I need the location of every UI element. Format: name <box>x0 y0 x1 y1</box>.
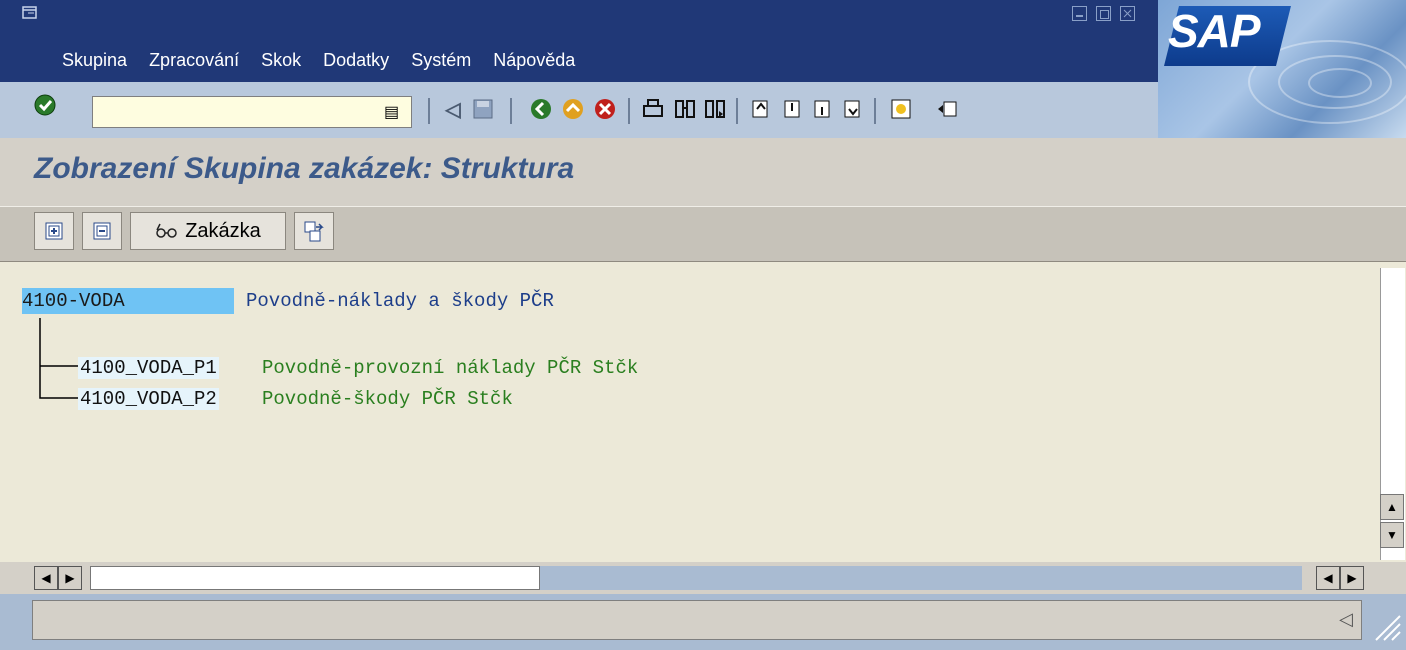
menu-skok[interactable]: Skok <box>261 46 301 74</box>
tree-child-description: Povodně-provozní náklady PČR Stčk <box>262 357 639 379</box>
menu-napoveda[interactable]: Nápověda <box>493 46 575 74</box>
toolbar-separator <box>874 98 876 124</box>
export-icon <box>304 221 324 242</box>
tree-child-code[interactable]: 4100_VODA_P1 <box>78 357 219 379</box>
save-icon[interactable] <box>470 96 496 122</box>
print-icon[interactable] <box>640 96 666 122</box>
scroll-down-icon[interactable]: ▼ <box>1380 522 1404 548</box>
toolbar-separator <box>736 98 738 124</box>
command-field[interactable] <box>92 96 412 128</box>
system-menu-icon[interactable] <box>22 6 38 20</box>
status-field: ◁ <box>32 600 1362 640</box>
sap-logo-text: SAP <box>1168 5 1261 57</box>
find-icon[interactable] <box>672 96 698 122</box>
page-title: Zobrazení Skupina zakázek: Struktura <box>34 152 575 185</box>
menu-dodatky[interactable]: Dodatky <box>323 46 389 74</box>
scroll-up-icon[interactable]: ▲ <box>1380 494 1404 520</box>
collapse-all-button[interactable] <box>82 212 122 250</box>
menu-skupina[interactable]: Skupina <box>62 46 127 74</box>
menu-zpracovani[interactable]: Zpracování <box>149 46 239 74</box>
find-next-icon[interactable] <box>702 96 728 122</box>
maximize-icon[interactable] <box>1096 6 1111 21</box>
last-page-icon[interactable] <box>840 96 866 122</box>
expand-all-button[interactable] <box>34 212 74 250</box>
tree-child-description: Povodně-škody PČR Stčk <box>262 388 513 410</box>
close-icon[interactable] <box>1120 6 1135 21</box>
back-icon[interactable] <box>528 96 554 122</box>
previous-page-icon[interactable] <box>780 96 806 122</box>
cancel-icon[interactable] <box>592 96 618 122</box>
tree-child-code[interactable]: 4100_VODA_P2 <box>78 388 219 410</box>
menu-bar: Skupina Zpracování Skok Dodatky Systém N… <box>62 46 597 74</box>
scroll-right-icon[interactable]: ▶ <box>58 566 82 590</box>
exit-icon[interactable] <box>560 96 586 122</box>
menu-system[interactable]: Systém <box>411 46 471 74</box>
dropdown-history-icon[interactable]: ▤ <box>384 102 399 122</box>
collapse-all-icon <box>93 222 111 240</box>
scroll-right-icon[interactable]: ▶ <box>1340 566 1364 590</box>
tree-connector-lines <box>39 318 78 399</box>
toolbar-separator <box>510 98 512 124</box>
scroll-thumb[interactable] <box>90 566 540 590</box>
scroll-left-icon[interactable]: ◀ <box>1316 566 1340 590</box>
scroll-left-icon[interactable]: ◀ <box>34 566 58 590</box>
order-button-label: Zakázka <box>185 219 261 242</box>
next-page-icon[interactable] <box>810 96 836 122</box>
order-button[interactable]: Zakázka <box>130 212 286 250</box>
checkmark-icon[interactable] <box>32 92 58 118</box>
status-expand-icon[interactable]: ◁ <box>1339 609 1353 630</box>
tree-root-description: Povodně-náklady a škody PČR <box>246 290 554 312</box>
first-page-icon[interactable] <box>748 96 774 122</box>
create-session-icon[interactable] <box>888 96 914 122</box>
glasses-icon <box>156 223 177 238</box>
back-arrow-icon[interactable]: ◁ <box>440 96 466 122</box>
sap-logo-area: SAP <box>1158 0 1406 138</box>
shortcut-icon[interactable] <box>934 96 960 122</box>
tree-root-code[interactable]: 4100-VODA <box>22 290 125 312</box>
minimize-icon[interactable] <box>1072 6 1087 21</box>
export-button[interactable] <box>294 212 334 250</box>
tree-area: 4100-VODA Povodně-náklady a škody PČR 41… <box>0 262 1406 562</box>
toolbar-separator <box>428 98 430 124</box>
toolbar-separator <box>628 98 630 124</box>
horizontal-scrollbar <box>0 562 1406 594</box>
expand-all-icon <box>45 222 63 240</box>
resize-grip-icon[interactable] <box>1366 606 1402 642</box>
